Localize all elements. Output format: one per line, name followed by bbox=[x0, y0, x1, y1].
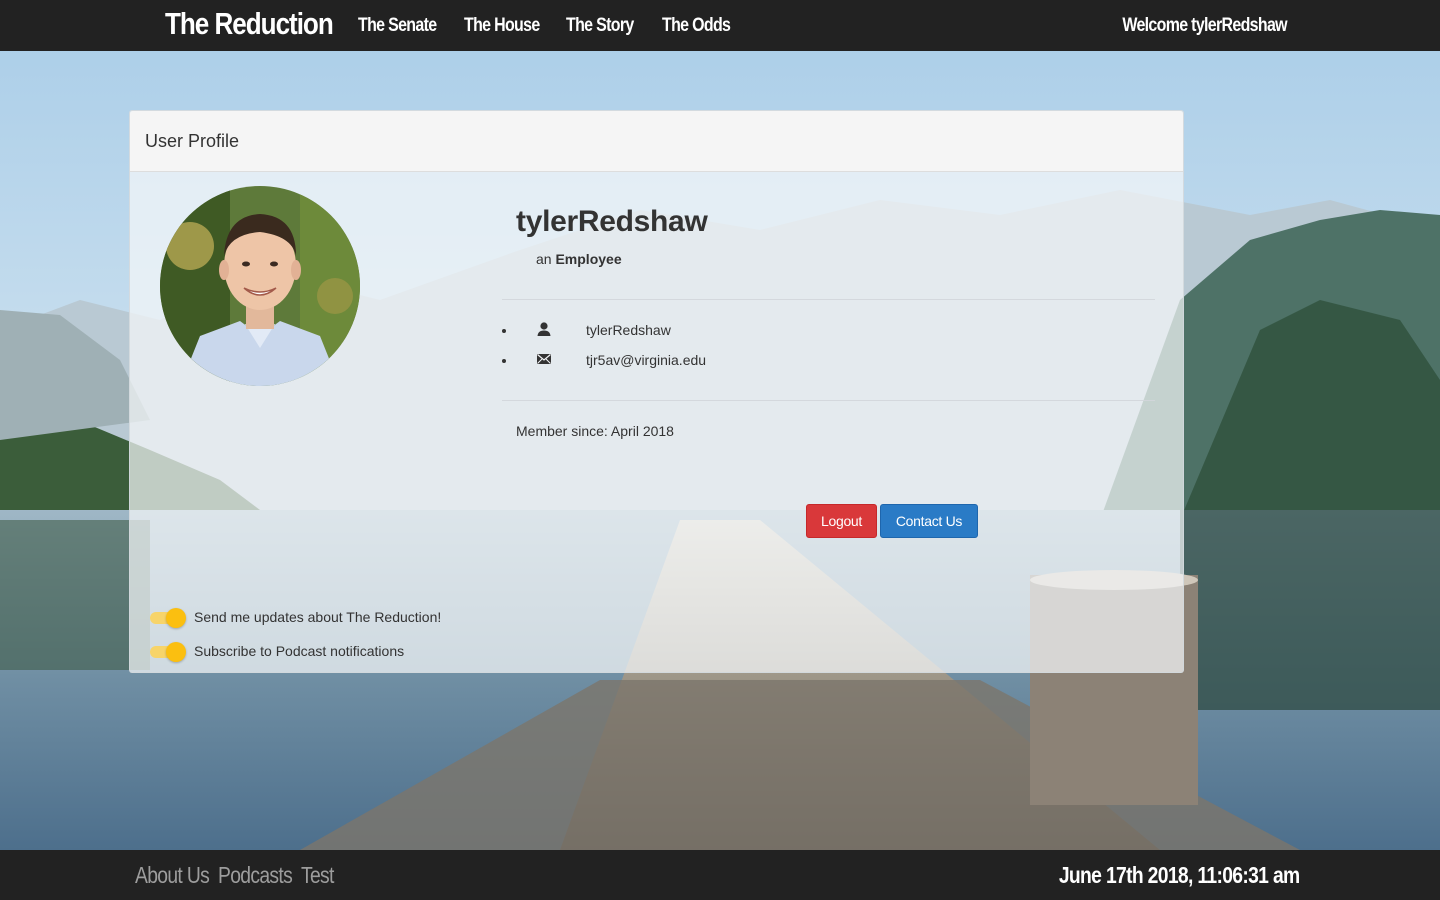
profile-avatar bbox=[160, 186, 360, 386]
role-value: Employee bbox=[555, 251, 622, 267]
top-navbar: The Reduction The Senate The House The S… bbox=[0, 0, 1440, 51]
role-prefix: an bbox=[536, 251, 552, 267]
updates-toggle-row: Send me updates about The Reduction! bbox=[150, 605, 470, 628]
contact-us-button[interactable]: Contact Us bbox=[880, 504, 978, 538]
envelope-icon bbox=[536, 351, 552, 367]
panel-title: User Profile bbox=[145, 131, 240, 151]
podcast-toggle-row: Subscribe to Podcast notifications bbox=[150, 639, 470, 662]
footer-link-podcasts[interactable]: Podcasts bbox=[218, 862, 293, 889]
toggle-knob bbox=[166, 608, 186, 628]
footer-bar: About Us Podcasts Test June 17th 2018, 1… bbox=[0, 850, 1440, 900]
list-bullet bbox=[502, 329, 506, 333]
detail-email-item: tjr5av@virginia.edu bbox=[502, 347, 802, 377]
list-bullet bbox=[502, 359, 506, 363]
nav-link-senate[interactable]: The Senate bbox=[358, 15, 437, 37]
member-since: Member since: April 2018 bbox=[516, 423, 674, 439]
divider-bottom bbox=[502, 400, 1155, 401]
nav-link-story[interactable]: The Story bbox=[566, 15, 634, 37]
user-profile-panel: User Profile tylerRedshaw an Employee ty… bbox=[129, 110, 1184, 673]
podcast-toggle-label: Subscribe to Podcast notifications bbox=[194, 643, 405, 659]
brand-logo-link[interactable]: The Reduction bbox=[165, 6, 334, 42]
profile-username: tylerRedshaw bbox=[516, 205, 708, 238]
podcast-toggle[interactable] bbox=[150, 641, 186, 662]
user-icon bbox=[536, 321, 552, 337]
welcome-user[interactable]: Welcome tylerRedshaw bbox=[1122, 15, 1287, 37]
profile-details-list: tylerRedshaw tjr5av@virginia.edu bbox=[502, 317, 802, 377]
logout-button[interactable]: Logout bbox=[806, 504, 877, 538]
footer-link-about[interactable]: About Us bbox=[135, 862, 210, 889]
updates-toggle[interactable] bbox=[150, 607, 186, 628]
footer-link-test[interactable]: Test bbox=[301, 862, 334, 889]
nav-link-odds[interactable]: The Odds bbox=[662, 15, 731, 37]
footer-clock: June 17th 2018, 11:06:31 am bbox=[1059, 862, 1300, 888]
panel-heading: User Profile bbox=[130, 111, 1183, 172]
toggle-knob bbox=[166, 642, 186, 662]
nav-link-house[interactable]: The House bbox=[464, 15, 540, 37]
detail-email: tjr5av@virginia.edu bbox=[586, 352, 707, 368]
updates-toggle-label: Send me updates about The Reduction! bbox=[194, 609, 442, 625]
detail-username-item: tylerRedshaw bbox=[502, 317, 802, 347]
profile-role: an Employee bbox=[536, 251, 622, 267]
detail-username: tylerRedshaw bbox=[586, 322, 671, 338]
divider-top bbox=[502, 299, 1155, 300]
